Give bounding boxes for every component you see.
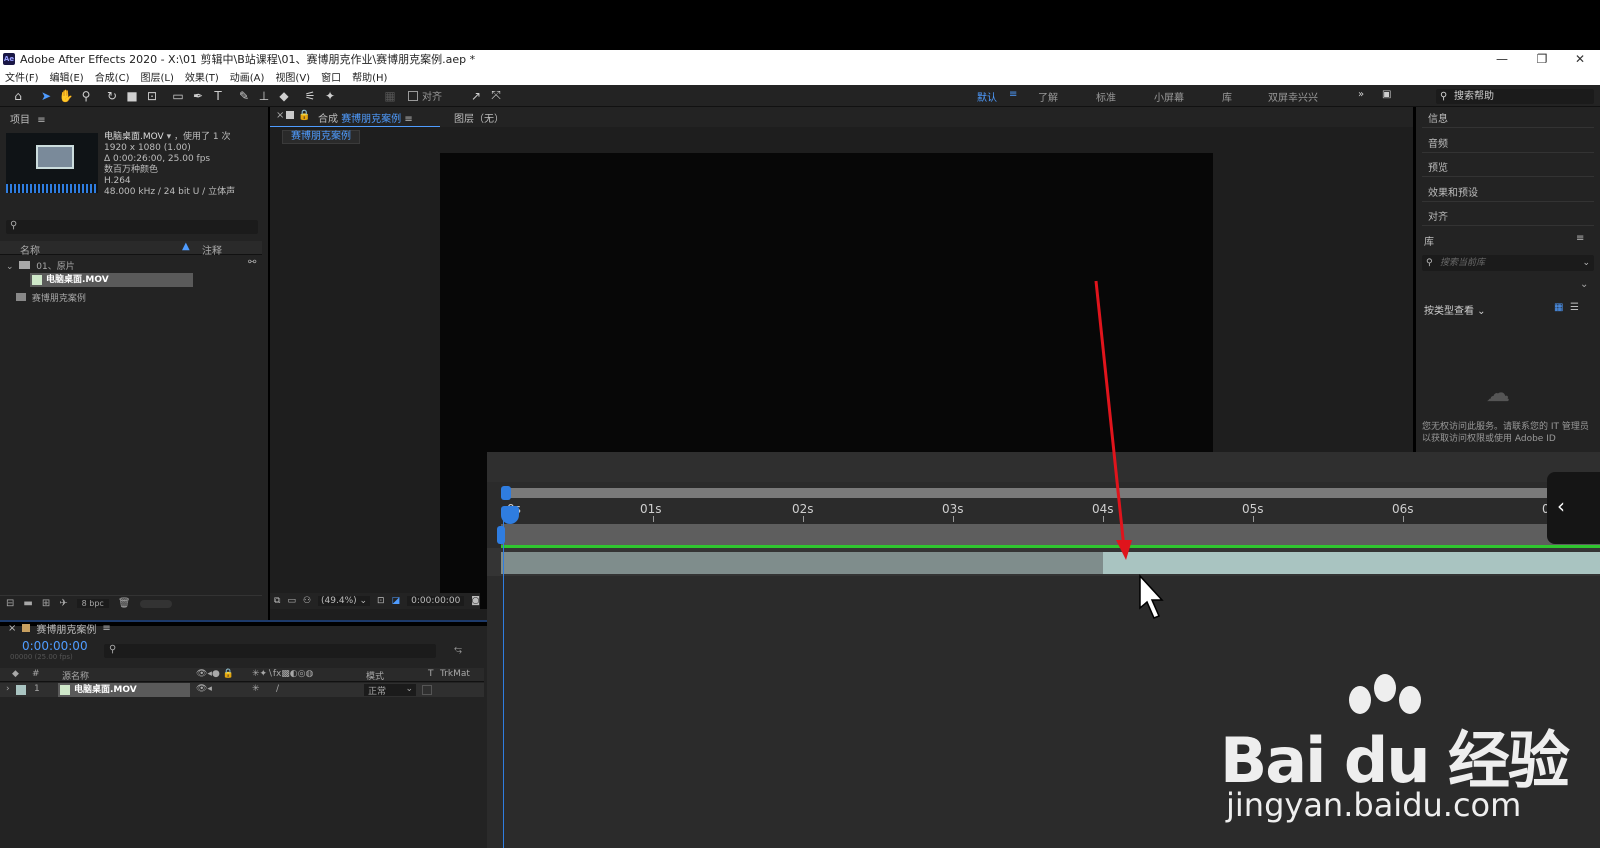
mouse-cursor-icon [1139, 574, 1164, 619]
baidu-watermark: Bai du 经验 jingyan.baidu.com [1220, 672, 1600, 848]
app-root: Ae Adobe After Effects 2020 - X:\01 剪辑中\… [0, 0, 1600, 848]
watermark-url: jingyan.baidu.com [1226, 786, 1522, 824]
annotation-arrow-line [1094, 280, 1126, 549]
annotation-arrow-head [1116, 540, 1132, 560]
